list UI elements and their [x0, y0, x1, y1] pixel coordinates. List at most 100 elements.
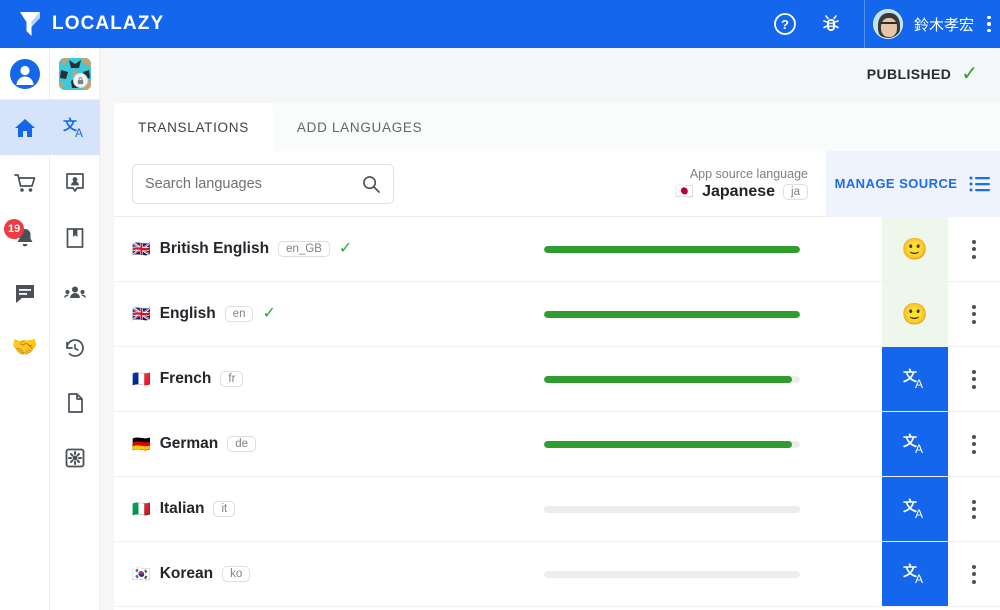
header-overflow-menu-button[interactable]	[978, 14, 1000, 34]
translate-button[interactable]: 文A	[882, 347, 948, 411]
row-overflow-menu-button[interactable]	[948, 542, 1000, 606]
brand-name: LOCALAZY	[52, 13, 164, 35]
vertical-dots-icon	[987, 16, 991, 20]
progress-cell	[544, 477, 882, 541]
svg-text:?: ?	[781, 17, 789, 32]
progress-cell	[544, 217, 882, 281]
translate-button[interactable]: 文A	[882, 542, 948, 606]
translate-icon: 文A	[902, 431, 928, 457]
sidebar-item-translations[interactable]: 文 A	[50, 100, 100, 155]
shopping-cart-icon	[13, 171, 37, 195]
row-overflow-menu-button[interactable]	[948, 412, 1000, 476]
manage-source-button[interactable]: MANAGE SOURCE	[826, 151, 1000, 217]
brand-logo-block[interactable]: LOCALAZY	[0, 11, 164, 37]
sidebar-item-project[interactable]	[50, 48, 100, 100]
review-button[interactable]: 🙂	[882, 217, 948, 281]
progress-cell	[544, 542, 882, 606]
vertical-dots-icon	[972, 240, 976, 259]
chat-bubble-icon	[13, 281, 37, 305]
check-icon: ✓	[961, 64, 978, 84]
table-row[interactable]: 🇬🇧Englishen✓🙂	[114, 282, 1000, 347]
row-overflow-menu-button[interactable]	[948, 282, 1000, 346]
language-code: en	[225, 306, 254, 322]
translate-icon: 文A	[902, 366, 928, 392]
language-code: ko	[222, 566, 250, 582]
app-source-language-value: 🇯🇵 Japanese ja	[675, 183, 808, 201]
flag-icon: 🇬🇧	[132, 307, 151, 322]
sidebar-item-contacts[interactable]	[50, 155, 100, 210]
sidebar-item-settings[interactable]	[50, 430, 100, 485]
rail-column-secondary: 文 A	[50, 48, 100, 610]
translations-panel: TRANSLATIONS ADD LANGUAGES App source la…	[114, 103, 1000, 610]
user-account-block[interactable]: 鈴木孝宏	[873, 9, 978, 39]
help-button[interactable]: ?	[762, 0, 808, 48]
source-language-name: Japanese	[702, 183, 775, 201]
row-overflow-menu-button[interactable]	[948, 217, 1000, 281]
language-name-cell: 🇰🇷 Korean ko	[114, 542, 544, 606]
sidebar-item-notifications[interactable]: 19	[0, 210, 50, 265]
progress-bar	[544, 376, 800, 383]
language-name-cell: 🇫🇷Frenchfr	[114, 347, 544, 411]
smiley-face-icon: 🙂	[902, 304, 928, 325]
language-name: Korean	[160, 565, 213, 583]
search-icon[interactable]	[361, 174, 381, 194]
review-button[interactable]: 🙂	[882, 282, 948, 346]
languages-table: 🇬🇧British Englishen_GB✓🙂🇬🇧Englishen✓🙂🇫🇷F…	[114, 217, 1000, 610]
language-code: en_GB	[278, 241, 330, 257]
translate-button[interactable]: 文A	[882, 477, 948, 541]
tab-add-languages-label: ADD LANGUAGES	[297, 120, 422, 135]
progress-bar	[544, 441, 800, 448]
flag-icon: 🇬🇧	[132, 242, 151, 257]
tab-translations[interactable]: TRANSLATIONS	[114, 103, 273, 151]
table-row[interactable]: 🇬🇧British Englishen_GB✓ 🙂	[114, 217, 1000, 282]
language-name-cell: 🇬🇧British Englishen_GB✓	[114, 217, 544, 281]
progress-bar	[544, 246, 800, 253]
sidebar-item-home[interactable]	[0, 100, 50, 155]
vertical-dots-icon	[972, 435, 976, 454]
table-row[interactable]: 🇫🇷Frenchfr 文A	[114, 347, 1000, 412]
vertical-dots-icon	[972, 370, 976, 389]
translate-icon: 文A	[902, 496, 928, 522]
sidebar-item-store[interactable]	[0, 155, 50, 210]
progress-bar	[544, 311, 800, 318]
sidebar-item-partners[interactable]: 🤝	[0, 320, 50, 375]
status-badge: PUBLISHED	[867, 66, 952, 82]
search-input[interactable]	[145, 176, 361, 192]
svg-text:A: A	[75, 126, 83, 140]
sidebar-item-team[interactable]	[50, 265, 100, 320]
handshake-icon: 🤝	[12, 337, 38, 358]
table-row[interactable]: 🇮🇹Italianit文A	[114, 477, 1000, 542]
rail-column-primary: 19 🤝	[0, 48, 50, 610]
progress-cell	[544, 347, 882, 411]
translate-button[interactable]: 文A	[882, 412, 948, 476]
row-overflow-menu-button[interactable]	[948, 347, 1000, 411]
header-divider	[864, 0, 865, 48]
tab-translations-label: TRANSLATIONS	[138, 120, 249, 135]
bug-report-button[interactable]	[808, 0, 854, 48]
tab-add-languages[interactable]: ADD LANGUAGES	[273, 103, 446, 151]
sidebar-item-history[interactable]	[50, 320, 100, 375]
sidebar-item-files[interactable]	[50, 375, 100, 430]
left-navigation-rail: 19 🤝	[0, 48, 100, 610]
localazy-logo-icon	[18, 11, 42, 37]
project-thumbnail-icon	[59, 58, 91, 90]
language-code: it	[213, 501, 235, 517]
table-row[interactable]: 🇩🇪Germande文A	[114, 412, 1000, 477]
top-header-bar: LOCALAZY ?	[0, 0, 1000, 48]
published-status-row: PUBLISHED ✓	[100, 48, 1000, 100]
progress-cell	[544, 412, 882, 476]
search-languages-box[interactable]	[132, 164, 394, 204]
app-root: LOCALAZY ?	[0, 0, 1000, 610]
manage-source-label: MANAGE SOURCE	[835, 176, 958, 191]
sidebar-item-account[interactable]	[0, 48, 50, 100]
row-overflow-menu-button[interactable]	[948, 477, 1000, 541]
sidebar-item-glossary[interactable]	[50, 210, 100, 265]
language-name: Italian	[160, 500, 205, 518]
progress-bar-fill	[544, 311, 800, 318]
flag-icon: 🇰🇷	[132, 567, 151, 582]
sidebar-item-messages[interactable]	[0, 265, 50, 320]
translate-icon: 文 A	[62, 115, 88, 141]
table-row[interactable]: 🇰🇷 Korean ko 文A	[114, 542, 1000, 607]
language-name: English	[160, 305, 216, 323]
source-language-code: ja	[783, 184, 808, 200]
